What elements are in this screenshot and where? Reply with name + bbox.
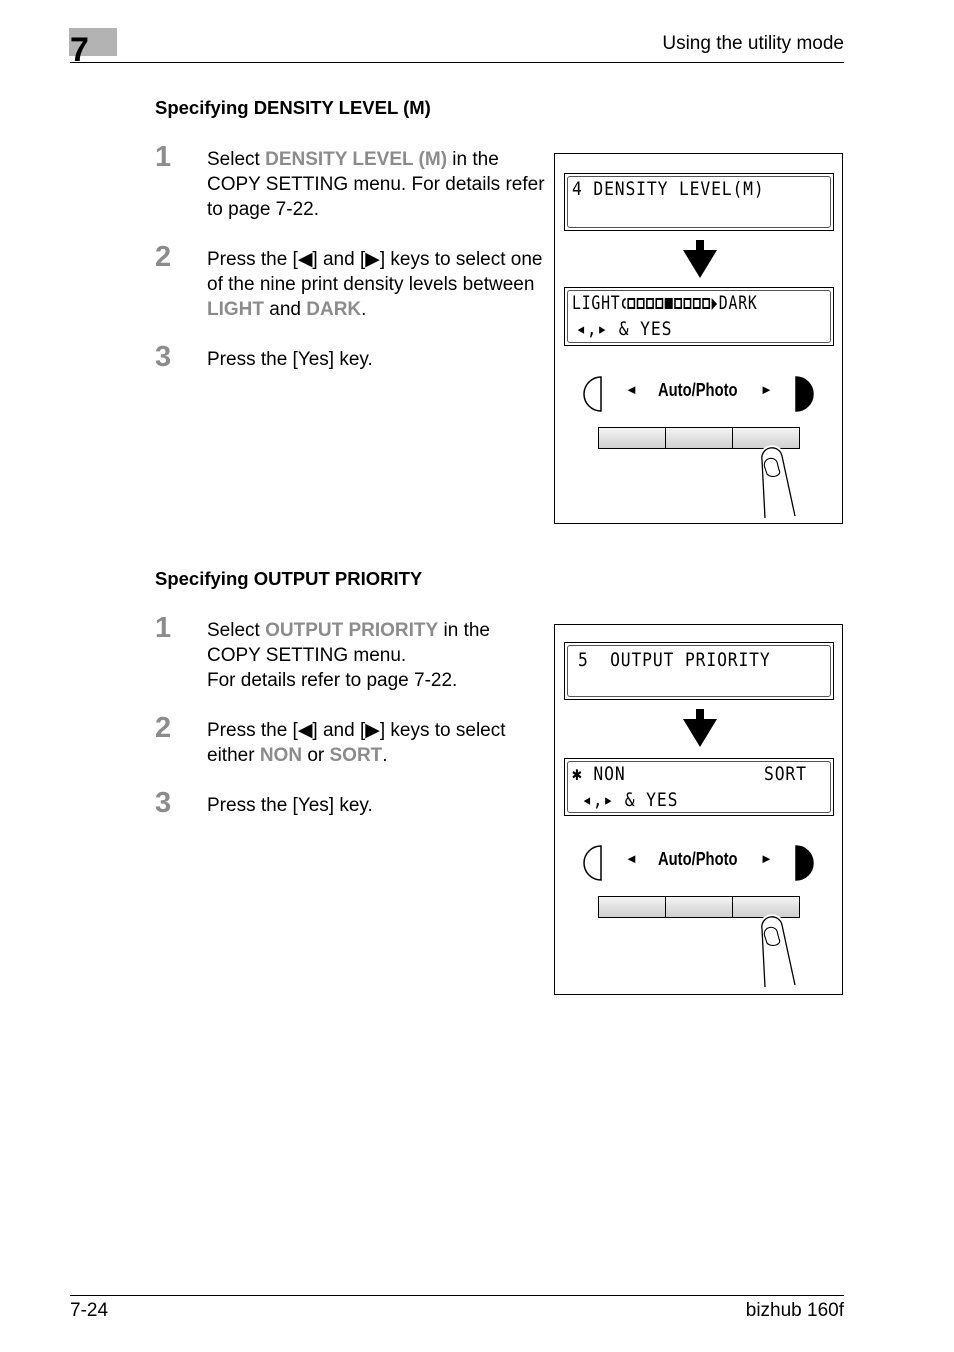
down-arrow-icon (683, 709, 717, 747)
light-label: LIGHT (572, 292, 621, 314)
dark-half-circle-icon (795, 376, 814, 412)
auto-photo-key[interactable] (666, 897, 733, 917)
light-half-circle-icon (583, 376, 602, 412)
lcd-display-before: 5 OUTPUT PRIORITY (564, 642, 834, 700)
finger-press-icon (759, 445, 798, 519)
density-level-segment (636, 298, 645, 309)
running-header-title: Using the utility mode (662, 33, 844, 54)
left-arrow-icon: ◄ (625, 382, 638, 397)
header-divider (70, 62, 844, 63)
text-run: . (382, 745, 388, 766)
text-run: . (361, 299, 367, 320)
highlight-term: SORT (329, 745, 383, 766)
lcd-display-after: ✱ NON SORT ◂,▸ & YES (564, 758, 834, 816)
section-title-density: Specifying DENSITY LEVEL (M) (155, 97, 431, 118)
selected-marker-icon: ✱ (572, 763, 583, 785)
step-number: 3 (155, 787, 172, 819)
bar-right-cap-icon (711, 297, 718, 310)
right-arrow-icon: ► (760, 382, 773, 397)
lcd-line-2: ◂,▸ & YES (576, 318, 673, 340)
down-arrow-icon (683, 240, 717, 278)
chapter-number: 7 (70, 31, 89, 69)
key-label: Auto/Photo (658, 849, 738, 869)
step-number: 1 (155, 612, 172, 644)
density-level-segment (693, 298, 701, 309)
highlight-term: OUTPUT PRIORITY (265, 620, 439, 641)
density-level-segment (664, 298, 673, 309)
option-non: NON (593, 763, 626, 785)
lcd-display-before: 4 DENSITY LEVEL(M) (564, 173, 834, 231)
dark-label: DARK (718, 292, 758, 314)
lcd-line-1: 4 DENSITY LEVEL(M) (572, 178, 765, 200)
density-level-segment (674, 298, 683, 309)
text-run: For details refer to page 7-22. (207, 670, 458, 691)
text-run: Select (207, 620, 266, 641)
text-run: and (264, 299, 307, 320)
step-text: Select OUTPUT PRIORITY in the COPY SETTI… (207, 618, 547, 693)
step-text: Press the [Yes] key. (207, 349, 373, 370)
lcd-line-1: LIGHT DARK (572, 292, 758, 314)
output-priority-illustration: 5 OUTPUT PRIORITY ✱ NON SORT ◂,▸ & YES ◄… (554, 624, 843, 995)
step-text: Press the [◀] and [▶] keys to select eit… (207, 718, 547, 768)
lighter-key[interactable] (599, 897, 666, 917)
text-run: Select (207, 149, 266, 170)
option-sort: SORT (764, 763, 807, 785)
text-run: or (302, 745, 330, 766)
product-name: bizhub 160f (745, 1300, 844, 1321)
density-level-segment (655, 298, 664, 309)
lcd-line-1: 5 OUTPUT PRIORITY (578, 649, 771, 671)
highlight-term: DARK (306, 299, 362, 320)
density-level-segment (702, 298, 711, 309)
step-text: Press the [◀] and [▶] keys to select one… (207, 247, 547, 322)
key-label: Auto/Photo (658, 380, 738, 400)
right-arrow-icon: ► (760, 851, 773, 866)
density-level-segment (646, 298, 655, 309)
lcd-display-after: LIGHT DARK ◂,▸ & YES (564, 287, 834, 346)
lighter-key[interactable] (599, 428, 666, 448)
highlight-term: LIGHT (207, 299, 264, 320)
step-text: Select DENSITY LEVEL (M) in the COPY SET… (207, 147, 547, 222)
step-number: 2 (155, 241, 172, 273)
density-level-segment (627, 298, 636, 309)
left-arrow-icon: ◄ (625, 851, 638, 866)
bar-left-cap-icon (622, 298, 626, 309)
lcd-line-1: ✱ NON (572, 763, 626, 785)
lcd-line-2: ◂,▸ & YES (582, 789, 679, 811)
step-text: Press the [Yes] key. (207, 795, 373, 816)
finger-press-icon (759, 914, 798, 988)
density-level-segment (683, 298, 692, 309)
page-number: 7-24 (70, 1300, 109, 1321)
density-illustration: 4 DENSITY LEVEL(M) LIGHT DARK ◂,▸ & YES ◄… (554, 153, 843, 524)
auto-photo-key[interactable] (666, 428, 733, 448)
dark-half-circle-icon (795, 845, 814, 881)
footer-divider (70, 1295, 844, 1296)
section-title-output-priority: Specifying OUTPUT PRIORITY (155, 568, 423, 589)
step-number: 1 (155, 141, 172, 173)
density-level-bar (622, 297, 718, 310)
highlight-term: DENSITY LEVEL (M) (265, 149, 448, 170)
control-keypad: ◄ Auto/Photo ► (555, 845, 844, 988)
highlight-term: NON (259, 745, 303, 766)
text-run: Press the [◀] and [▶] keys to select one… (207, 249, 543, 295)
step-number: 3 (155, 341, 172, 373)
light-half-circle-icon (583, 845, 602, 881)
step-number: 2 (155, 712, 172, 744)
control-keypad: ◄ Auto/Photo ► (555, 376, 844, 519)
